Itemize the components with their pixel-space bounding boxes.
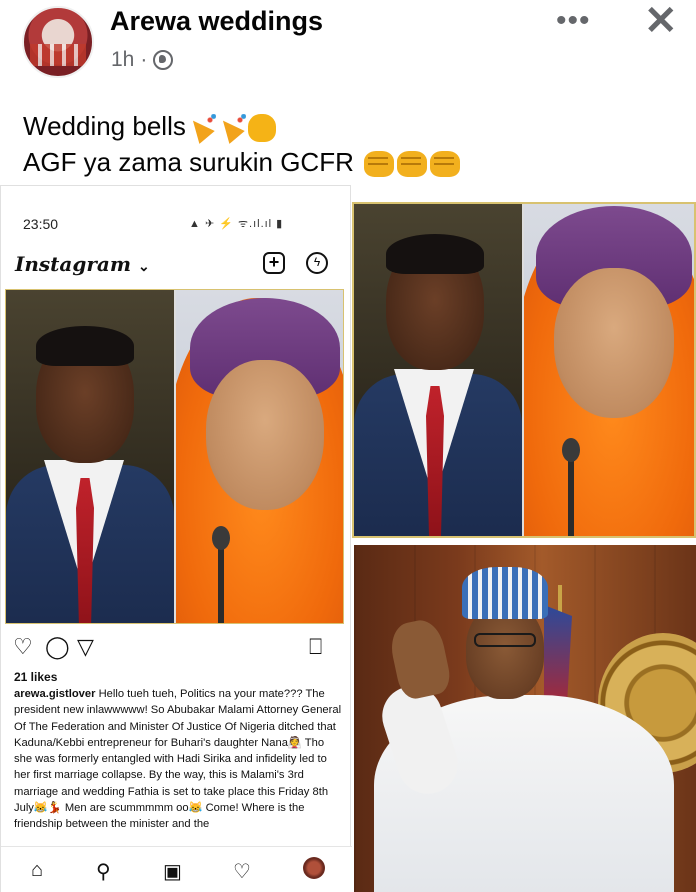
post-text-line1-text: Wedding bells [23,111,186,141]
instagram-bottom-nav: ⌂ ⚲ ▣ ♡ [1,846,352,892]
woman-portrait [524,204,694,536]
party-popper-icon [218,114,246,142]
instagram-post-photo [5,289,344,624]
add-post-icon: + [263,252,285,274]
more-icon[interactable]: ••• [556,4,591,38]
post-caption: arewa.gistlover Hello tueh tueh, Politic… [14,686,342,841]
man-portrait [6,290,174,623]
fist-icon [430,151,461,178]
party-popper-icon [188,114,216,142]
caption-username[interactable]: arewa.gistlover [14,688,95,700]
glasses [474,633,536,647]
president-photo[interactable] [354,545,696,892]
meta-separator: · [140,48,148,71]
close-icon[interactable]: ✕ [644,0,678,44]
globe-icon [153,50,174,70]
fist-icon [364,151,395,178]
messenger-icon: ϟ [306,252,328,274]
man-portrait [354,204,522,536]
clapping-hands-icon [247,114,276,143]
search-icon[interactable]: ⚲ [96,859,111,884]
post-time[interactable]: 1h [111,48,134,72]
likes-count[interactable]: 21 likes [14,670,57,684]
home-icon[interactable]: ⌂ [31,859,43,882]
page-avatar[interactable] [22,6,94,78]
bookmark-icon[interactable]: ⎕ [309,634,322,660]
post-text-line2-text: AGF ya zama surukin GCFR [23,147,354,177]
post-meta: 1h · [111,48,174,72]
shop-icon[interactable]: ♡ [233,859,251,884]
photo-collage[interactable]: 23:50 ▲ ✈ ⚡ ᯤ.ıl.ıl ▮ Instagram ⌄ + ϟ ♡ … [0,185,696,892]
cap [462,567,548,619]
caption-text: Hello tueh tueh, Politics na your mate??… [14,688,342,831]
chevron-down-icon: ⌄ [137,259,150,275]
instagram-screenshot[interactable]: 23:50 ▲ ✈ ⚡ ᯤ.ıl.ıl ▮ Instagram ⌄ + ϟ ♡ … [0,185,352,892]
fist-icon [397,151,428,178]
profile-avatar[interactable] [303,857,325,879]
woman-portrait [176,290,343,623]
post-text-line1: Wedding bells [23,108,460,144]
page-name[interactable]: Arewa weddings [110,6,323,37]
instagram-logo-text: Instagram [15,252,131,276]
status-icons: ▲ ✈ ⚡ ᯤ.ıl.ıl ▮ [189,218,284,230]
post-text-line2: AGF ya zama surukin GCFR [23,144,461,180]
share-icon[interactable]: ▽ [77,634,94,660]
status-time: 23:50 [23,216,59,232]
instagram-actions: ♡ ◯ ▽ ⎕ [13,634,333,660]
heart-icon[interactable]: ♡ [13,634,33,660]
instagram-logo: Instagram ⌄ [15,252,150,276]
post-header: Arewa weddings 1h · ••• ✕ [0,0,696,90]
comment-icon[interactable]: ◯ [45,634,70,660]
post-text: Wedding bells AGF ya zama surukin GCFR [23,108,461,180]
reels-icon[interactable]: ▣ [163,859,182,884]
couple-photo[interactable] [352,202,696,538]
